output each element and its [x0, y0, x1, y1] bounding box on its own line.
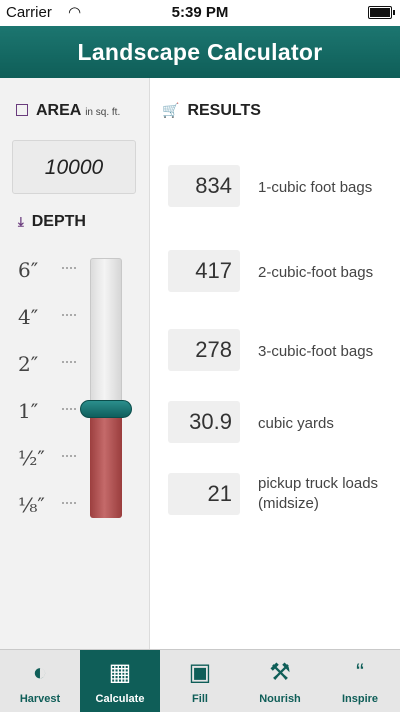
depth-tick-half[interactable]: ¹⁄₂″: [18, 446, 80, 470]
nav-bar: Landscape Calculator: [0, 26, 400, 78]
download-icon: ⤓: [18, 214, 24, 229]
tab-label: Fill: [192, 693, 208, 705]
result-value: 21: [168, 473, 240, 515]
result-label: 2-cubic-foot bags: [258, 264, 374, 281]
results-header: 🛒 RESULTS: [162, 102, 261, 120]
depth-slider-fill: [90, 418, 122, 518]
tab-label: Calculate: [95, 693, 145, 705]
shovel-icon: ⚒: [269, 659, 291, 686]
result-label: pickup truck loads (midsize): [258, 475, 379, 512]
page-title: Landscape Calculator: [77, 39, 323, 65]
results-header-text: RESULTS: [187, 102, 261, 119]
quote-icon: “: [356, 659, 364, 686]
area-input[interactable]: 10000: [12, 140, 136, 194]
result-label: 1-cubic foot bags: [258, 179, 373, 196]
depth-tick-6[interactable]: 6″: [18, 258, 80, 282]
battery-icon: [368, 6, 395, 19]
depth-slider-handle[interactable]: [80, 400, 132, 418]
calculator-icon: ▦: [108, 659, 132, 686]
depth-tick-eighth[interactable]: ¹⁄₈″: [18, 493, 80, 517]
input-panel: AREA in sq. ft. 10000 ⤓ DEPTH 6″ 4″ 2″ 1″…: [0, 78, 150, 649]
result-value: 834: [168, 165, 240, 207]
result-value: 30.9: [168, 401, 240, 443]
tab-fill[interactable]: ▣ Fill: [160, 650, 240, 712]
tab-inspire[interactable]: “ Inspire: [320, 650, 400, 712]
result-label: cubic yards: [258, 415, 334, 432]
tab-label: Harvest: [19, 693, 61, 705]
tab-harvest[interactable]: ◐ Harvest: [0, 650, 80, 712]
depth-tick-4[interactable]: 4″: [18, 305, 80, 329]
result-value: 417: [168, 250, 240, 292]
result-label: 3-cubic-foot bags: [258, 343, 374, 360]
tab-label: Inspire: [341, 693, 379, 705]
result-value: 278: [168, 329, 240, 371]
checkbox-icon[interactable]: [16, 104, 28, 116]
area-unit: in sq. ft.: [85, 107, 121, 118]
area-label: AREA in sq. ft.: [16, 102, 120, 120]
depth-label-text: DEPTH: [31, 213, 86, 230]
harvest-icon: ◐: [32, 659, 48, 686]
depth-label: ⤓ DEPTH: [18, 213, 86, 231]
tab-bar: ◐ Harvest ▦ Calculate ▣ Fill ⚒ Nourish “…: [0, 649, 400, 712]
status-time: 5:39 PM: [171, 4, 229, 21]
area-label-text: AREA: [36, 102, 81, 119]
tab-nourish[interactable]: ⚒ Nourish: [240, 650, 320, 712]
cart-icon: 🛒: [162, 102, 180, 118]
status-bar: Carrier ◠ 5:39 PM: [0, 0, 400, 26]
fill-icon: ▣: [188, 659, 212, 686]
depth-tick-1[interactable]: 1″: [18, 399, 80, 423]
tab-calculate[interactable]: ▦ Calculate: [80, 650, 160, 712]
depth-tick-2[interactable]: 2″: [18, 352, 80, 376]
tab-label: Nourish: [259, 693, 301, 705]
